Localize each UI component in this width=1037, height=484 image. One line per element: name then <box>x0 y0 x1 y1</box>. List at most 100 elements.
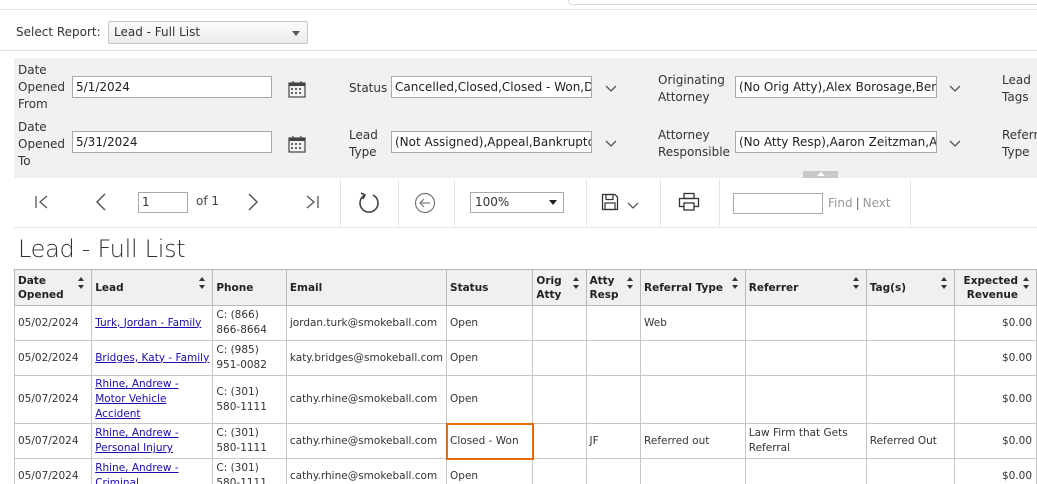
lead-tags-label: Lead Tags <box>1002 73 1031 104</box>
chevron-down-icon[interactable] <box>627 202 639 210</box>
status-cell: Open <box>446 305 534 341</box>
lead-cell: Bridges, Katy - Family <box>91 340 214 376</box>
date-cell: 05/02/2024 <box>13 340 93 376</box>
page-number-input[interactable]: 1 <box>138 192 188 213</box>
select-report-value: Lead - Full List <box>114 24 201 39</box>
column-header: Status <box>446 269 534 306</box>
caret-down-icon <box>549 200 557 205</box>
previous-page-icon[interactable] <box>94 193 108 211</box>
referrer-cell <box>744 375 867 424</box>
next-page-icon[interactable] <box>246 193 260 211</box>
next-link[interactable]: Next <box>863 196 891 210</box>
referral-type-cell <box>640 375 746 424</box>
calendar-icon[interactable] <box>288 80 306 98</box>
atty-resp-cell: JF <box>585 423 642 459</box>
originating-attorney-label: Originating Attorney <box>658 73 725 104</box>
status-cell: Open <box>446 340 534 376</box>
sort-icon[interactable] <box>77 276 85 290</box>
calendar-icon[interactable] <box>288 135 306 153</box>
top-tab-edge <box>568 0 1037 5</box>
find-input[interactable] <box>733 193 823 214</box>
back-icon[interactable] <box>414 192 436 214</box>
chevron-down-icon[interactable] <box>949 85 961 93</box>
lead-type-label: Lead Type <box>349 128 378 159</box>
orig-atty-cell <box>532 340 587 376</box>
collapse-parameters-button[interactable] <box>803 171 838 178</box>
zoom-select[interactable]: 100% <box>470 192 564 213</box>
chevron-down-icon <box>292 30 300 36</box>
parameters-panel: Date Opened From 5/1/2024 Status Cancell… <box>14 58 1037 178</box>
sort-icon[interactable] <box>626 276 634 290</box>
lead-link[interactable]: Rhine, Andrew - Personal Injury <box>95 427 178 454</box>
lead-type-input[interactable]: (Not Assigned),Appeal,Bankruptcy <box>391 131 592 153</box>
lead-cell: Rhine, Andrew - Motor Vehicle Accident <box>91 375 214 424</box>
revenue-cell: $0.00 <box>953 458 1037 484</box>
column-header[interactable]: Orig Atty <box>532 269 587 306</box>
sort-icon[interactable] <box>572 276 580 290</box>
table-row: 05/02/2024 Turk, Jordan - Family C: (866… <box>13 305 1037 341</box>
referrer-cell <box>744 305 867 341</box>
lead-cell: Turk, Jordan - Family <box>91 305 214 341</box>
column-header[interactable]: Referral Type <box>640 269 746 306</box>
date-opened-from-input[interactable]: 5/1/2024 <box>72 76 272 98</box>
email-cell: cathy.rhine@smokeball.com <box>285 423 448 459</box>
attorney-responsible-input[interactable]: (No Atty Resp),Aaron Zeitzman,Ac <box>735 131 937 153</box>
status-input[interactable]: Cancelled,Closed,Closed - Won,Di <box>391 76 592 98</box>
email-cell: cathy.rhine@smokeball.com <box>285 375 448 424</box>
orig-atty-cell <box>532 305 587 341</box>
refresh-icon[interactable] <box>357 191 381 215</box>
sort-icon[interactable] <box>731 276 739 290</box>
select-report-label: Select Report: <box>16 25 101 39</box>
column-header[interactable]: Expected Revenue <box>953 269 1037 306</box>
toolbar-divider <box>660 180 661 226</box>
lead-link[interactable]: Rhine, Andrew - Criminal <box>95 462 178 484</box>
table-row: 05/07/2024 Rhine, Andrew - Criminal C: (… <box>13 458 1037 484</box>
print-icon[interactable] <box>678 192 700 212</box>
lead-cell: Rhine, Andrew - Personal Injury <box>91 423 214 459</box>
column-header[interactable]: Atty Resp <box>585 269 642 306</box>
phone-cell: C: (301) 580-1111 <box>212 423 287 459</box>
first-page-icon[interactable] <box>34 194 50 210</box>
lead-link[interactable]: Rhine, Andrew - Motor Vehicle Accident <box>95 378 178 420</box>
phone-cell: C: (985) 951-0082 <box>212 340 287 376</box>
chevron-down-icon[interactable] <box>605 85 617 93</box>
column-header: Email <box>285 269 448 306</box>
chevron-down-icon[interactable] <box>605 140 617 148</box>
orig-atty-cell <box>532 423 587 459</box>
status-cell-highlighted: Closed - Won <box>445 422 534 460</box>
sort-icon[interactable] <box>1022 276 1030 290</box>
column-header[interactable]: Date Opened <box>13 269 93 306</box>
toolbar-divider <box>719 180 720 226</box>
sort-icon[interactable] <box>940 276 948 290</box>
atty-resp-cell <box>585 375 642 424</box>
revenue-cell: $0.00 <box>953 375 1037 424</box>
originating-attorney-input[interactable]: (No Orig Atty),Alex Borosage,Ben, <box>735 76 937 98</box>
zoom-value: 100% <box>475 195 510 209</box>
lead-cell: Rhine, Andrew - Criminal <box>91 458 214 484</box>
sort-icon[interactable] <box>198 276 206 290</box>
find-link[interactable]: Find <box>828 196 853 210</box>
report-toolbar: 1 of 1 100% Find | Next <box>14 178 1037 228</box>
chevron-down-icon[interactable] <box>949 140 961 148</box>
date-opened-to-input[interactable]: 5/31/2024 <box>72 131 272 153</box>
lead-link[interactable]: Turk, Jordan - Family <box>95 317 201 329</box>
referral-type-label: Referral Type <box>1002 128 1037 159</box>
column-header[interactable]: Referrer <box>744 269 867 306</box>
date-cell: 05/07/2024 <box>13 423 93 459</box>
column-header[interactable]: Lead <box>91 269 214 306</box>
phone-cell: C: (301) 580-1111 <box>212 458 287 484</box>
tags-cell <box>865 340 955 376</box>
table-row: 05/07/2024 Rhine, Andrew - Personal Inju… <box>13 422 1037 460</box>
select-report-dropdown[interactable]: Lead - Full List <box>108 20 308 44</box>
phone-cell: C: (301) 580-1111 <box>212 375 287 424</box>
date-cell: 05/07/2024 <box>13 375 93 424</box>
status-label: Status <box>349 81 388 95</box>
sort-icon[interactable] <box>852 276 860 290</box>
toolbar-divider <box>454 180 455 226</box>
column-header[interactable]: Tag(s) <box>865 269 955 306</box>
lead-link[interactable]: Bridges, Katy - Family <box>95 352 209 364</box>
last-page-icon[interactable] <box>304 194 320 210</box>
attorney-responsible-label: Attorney Responsible <box>658 128 730 159</box>
save-icon[interactable] <box>601 193 619 211</box>
report-title: Lead - Full List <box>18 235 186 263</box>
